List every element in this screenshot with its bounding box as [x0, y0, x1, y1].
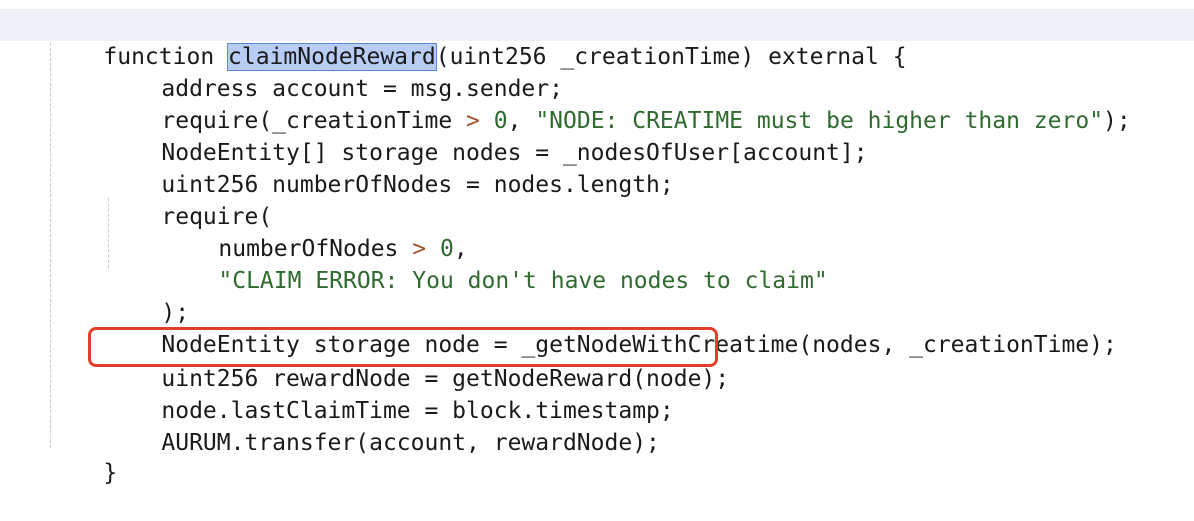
- code-line-8[interactable]: "CLAIM ERROR: You don't have nodes to cl…: [163, 233, 827, 294]
- code-line-2[interactable]: address account = msg.sender;: [106, 41, 563, 102]
- code-line-6[interactable]: require(: [106, 169, 272, 230]
- code-line-5[interactable]: uint256 numberOfNodes = nodes.length;: [106, 137, 673, 198]
- string-literal: "CLAIM ERROR: You don't have nodes to cl…: [218, 268, 828, 294]
- code-line-4[interactable]: NodeEntity[] storage nodes = _nodesOfUse…: [106, 105, 867, 166]
- code-text: );: [1103, 108, 1131, 134]
- code-line-9[interactable]: );: [106, 265, 189, 326]
- code-line-1[interactable]: function claimNodeReward(uint256 _creati…: [0, 9, 1194, 71]
- code-line-12[interactable]: node.lastClaimTime = block.timestamp;: [106, 363, 673, 424]
- code-editor[interactable]: function claimNodeReward(uint256 _creati…: [0, 0, 1194, 486]
- code-text: AURUM.transfer(account, rewardNode);: [161, 430, 660, 456]
- code-line-3[interactable]: require(_creationTime > 0, "NODE: CREATI…: [106, 73, 1130, 134]
- annotation-highlight-box: [88, 327, 718, 367]
- code-line-13[interactable]: AURUM.transfer(account, rewardNode);: [106, 395, 660, 456]
- code-line-10[interactable]: NodeEntity storage node = _getNodeWithCr…: [106, 297, 1116, 358]
- code-line-7[interactable]: numberOfNodes > 0,: [163, 201, 467, 262]
- code-line-14[interactable]: }: [48, 425, 117, 486]
- code-text: }: [103, 460, 118, 486]
